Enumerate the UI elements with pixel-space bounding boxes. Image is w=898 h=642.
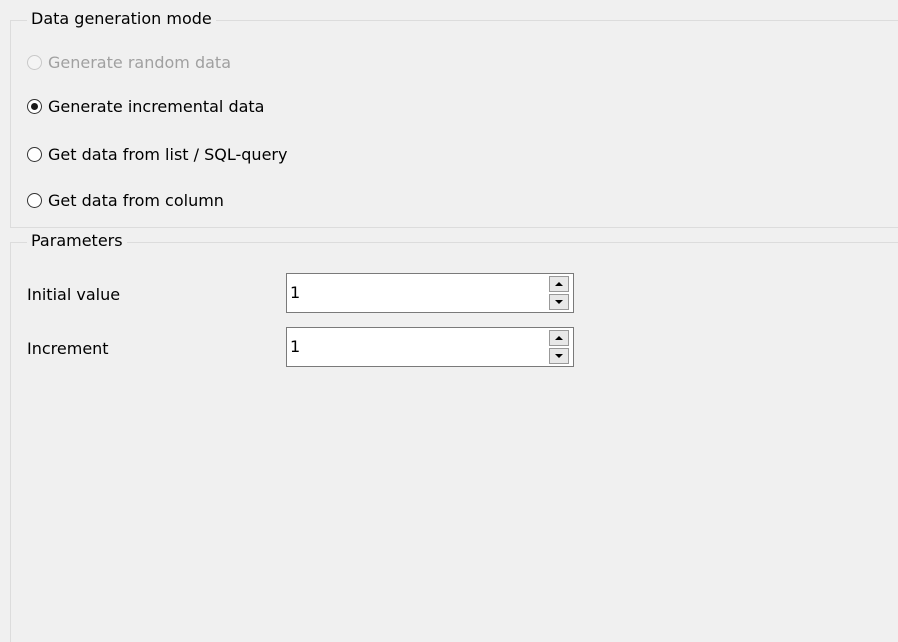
radio-button-icon [27,54,42,70]
initial-value-spinner [286,273,574,313]
radio-button-icon [27,146,42,162]
radio-label: Generate random data [48,52,231,72]
increment-decrement-button[interactable] [549,348,569,364]
initial-value-spin-buttons [549,276,569,310]
data-generation-mode-title: Data generation mode [27,7,216,31]
triangle-down-icon [555,300,563,304]
increment-spin-buttons [549,330,569,364]
parameters-group: Parameters Initial value Increment [10,229,898,642]
initial-value-label: Initial value [27,285,121,304]
triangle-down-icon [555,354,563,358]
radio-label: Get data from column [48,190,224,210]
triangle-up-icon [555,282,563,286]
initial-value-input[interactable] [287,274,549,312]
initial-value-increment-button[interactable] [549,276,569,292]
radio-label: Get data from list / SQL-query [48,144,288,164]
radio-button-icon [27,192,42,208]
increment-increment-button[interactable] [549,330,569,346]
parameters-title: Parameters [27,229,127,253]
radio-get-data-from-column[interactable]: Get data from column [27,188,224,212]
increment-label: Increment [27,339,109,358]
data-generation-mode-group: Data generation mode Generate random dat… [10,7,898,228]
radio-generate-random-data[interactable]: Generate random data [27,50,231,74]
increment-input[interactable] [287,328,549,366]
initial-value-decrement-button[interactable] [549,294,569,310]
radio-get-data-from-list[interactable]: Get data from list / SQL-query [27,142,287,166]
radio-generate-incremental-data[interactable]: Generate incremental data [27,94,264,118]
triangle-up-icon [555,336,563,340]
radio-label: Generate incremental data [48,96,265,116]
radio-button-icon [27,98,42,114]
increment-spinner [286,327,574,367]
